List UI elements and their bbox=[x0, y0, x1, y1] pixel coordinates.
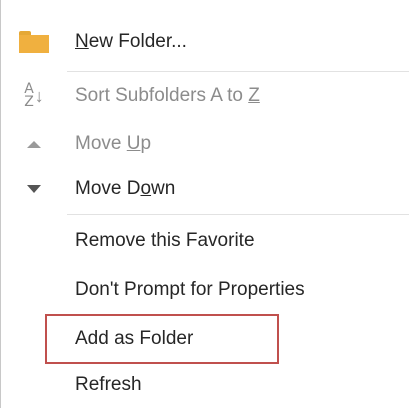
menu-item-label: New Folder... bbox=[75, 31, 187, 52]
move-up-icon bbox=[1, 121, 67, 167]
menu-item-new-folder[interactable]: New Folder... bbox=[1, 19, 409, 65]
menu-item-refresh[interactable]: Refresh bbox=[1, 362, 409, 408]
menu-item-move-up[interactable]: Move Up bbox=[1, 121, 409, 167]
folder-icon bbox=[1, 19, 67, 65]
menu-item-dont-prompt[interactable]: Don't Prompt for Properties bbox=[1, 267, 409, 313]
menu-item-label: Remove this Favorite bbox=[75, 230, 255, 251]
menu-item-label: Refresh bbox=[75, 374, 142, 395]
move-down-icon bbox=[1, 166, 67, 212]
menu-separator bbox=[67, 71, 409, 72]
menu-item-sort-subfolders[interactable]: AZ ↓ Sort Subfolders A to Z bbox=[1, 73, 409, 119]
menu-item-label: Sort Subfolders A to Z bbox=[75, 85, 260, 106]
highlight-box bbox=[45, 314, 279, 364]
context-menu: New Folder... AZ ↓ Sort Subfolders A to … bbox=[0, 0, 409, 408]
menu-item-remove-favorite[interactable]: Remove this Favorite bbox=[1, 218, 409, 264]
menu-item-label: Move Up bbox=[75, 133, 152, 154]
menu-item-move-down[interactable]: Move Down bbox=[1, 166, 409, 212]
menu-item-label: Move Down bbox=[75, 178, 176, 199]
menu-separator bbox=[67, 214, 409, 215]
menu-item-label: Don't Prompt for Properties bbox=[75, 279, 305, 300]
sort-az-icon: AZ ↓ bbox=[24, 81, 44, 110]
